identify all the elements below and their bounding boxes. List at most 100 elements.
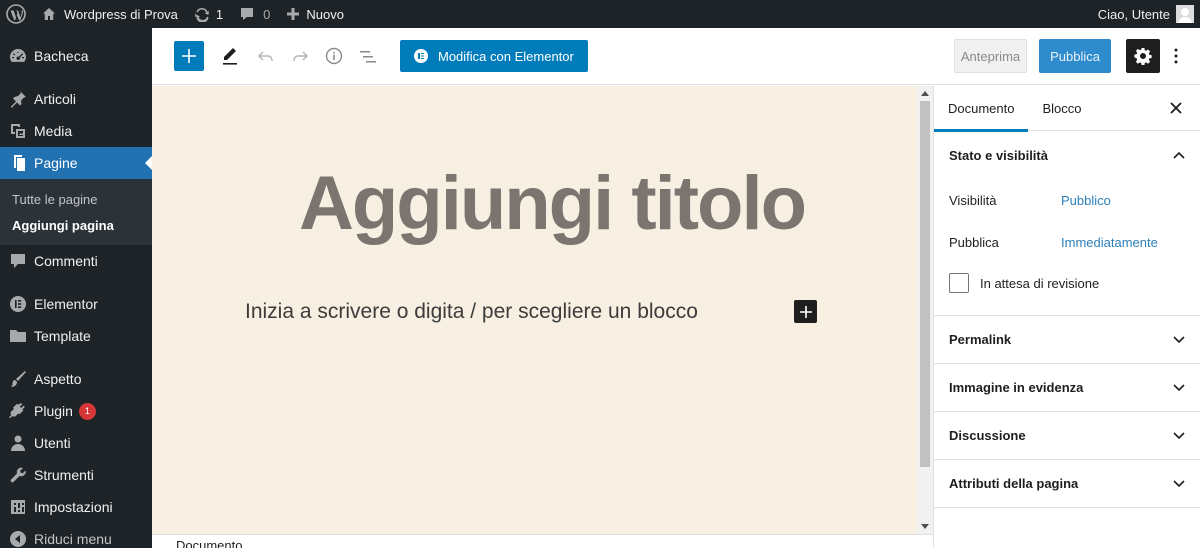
media-icon [11,124,25,138]
section-discussion[interactable]: Discussione [934,412,1200,460]
publish-label: Pubblica [949,234,999,250]
sidebar-item-commenti[interactable]: Commenti [0,245,152,277]
undo-icon [257,51,273,61]
section-featured-image[interactable]: Immagine in evidenza [934,364,1200,412]
greeting: Ciao, Utente [1097,6,1170,22]
pencil-icon [223,48,237,65]
gear-icon [1134,48,1152,65]
plus-icon [182,49,196,63]
section-page-attributes[interactable]: Attributi della pagina [934,460,1200,508]
comments-link[interactable]: 0 [231,0,278,28]
preview-button[interactable]: Anteprima [953,39,1028,73]
info-icon [325,47,343,65]
elementor-logo-icon [414,49,428,63]
pages-icon [14,155,25,171]
settings-sidebar: Documento Blocco Stato e visibilità Visi… [933,86,1200,548]
publish-date-toggle[interactable]: Immediatamente [1061,235,1158,250]
scroll-thumb[interactable] [920,101,930,467]
redo-icon [293,51,309,61]
outline-button[interactable] [356,44,380,68]
scroll-down-arrow-icon[interactable] [921,524,929,529]
plus-icon [799,305,812,318]
admin-bar: Wordpress di Prova 1 0 Nuovo Ciao, Utent… [0,0,1200,28]
wordpress-logo-button[interactable] [0,0,34,28]
redo-button[interactable] [288,44,312,68]
close-icon [1170,102,1182,114]
sidebar-item-articoli[interactable]: Articoli [0,83,152,115]
settings-icon [11,500,25,514]
visibility-label: Visibilità [949,192,997,208]
sidebar-item-pagine[interactable]: Pagine [0,147,152,179]
sidebar-item-impostazioni[interactable]: Impostazioni [0,491,152,523]
visibility-toggle[interactable]: Pubblico [1061,193,1111,208]
sidebar-item-strumenti[interactable]: Strumenti [0,459,152,491]
scroll-up-arrow-icon[interactable] [921,91,929,96]
visibility-row: Visibilità Pubblico [949,179,1185,221]
add-block-button[interactable] [174,41,204,71]
tab-documento[interactable]: Documento [934,86,1029,132]
pages-submenu: Tutte le pagine Aggiungi pagina [0,179,152,245]
plus-icon [287,8,300,20]
tab-blocco[interactable]: Blocco [1028,86,1095,131]
post-title-input[interactable]: Aggiungi titolo [152,160,952,247]
site-name: Wordpress di Prova [64,6,178,22]
chevron-down-icon [1173,335,1185,343]
sidebar-item-bacheca[interactable]: Bacheca [0,40,152,72]
home-icon [43,8,55,20]
updates-count: 1 [215,6,224,22]
sidebar-item-aspetto[interactable]: Aspetto [0,363,152,395]
admin-sidebar: Bacheca Articoli Media Pagine Tutte le p… [0,28,152,548]
collapse-icon [10,531,26,547]
sidebar-item-media[interactable]: Media [0,115,152,147]
elementor-icon [10,296,26,312]
updates-link[interactable]: 1 [186,0,231,28]
chevron-up-icon [1173,151,1185,159]
list-view-icon [360,51,376,63]
avatar [1176,5,1194,23]
more-options-button[interactable] [1166,44,1186,68]
breadcrumb[interactable]: Documento [176,538,242,548]
section-status-visibility[interactable]: Stato e visibilità [934,131,1200,179]
editor-canvas[interactable]: Aggiungi titolo Inizia a scrivere o digi… [152,86,917,534]
plugin-icon [9,403,25,419]
sidebar-item-plugin[interactable]: Plugin 1 [0,395,152,427]
dashboard-icon [10,49,26,62]
block-placeholder[interactable]: Inizia a scrivere o digita / per sceglie… [245,300,698,324]
sidebar-item-template[interactable]: Template [0,320,152,352]
user-icon [11,435,25,451]
plugin-updates-badge: 1 [78,402,96,420]
pending-review-checkbox[interactable] [949,273,969,293]
chevron-down-icon [1173,383,1185,391]
account-menu[interactable]: Ciao, Utente [1098,0,1200,28]
undo-button[interactable] [254,44,278,68]
comment-bubble-icon [241,8,254,20]
pending-review-checkbox-row[interactable]: In attesa di revisione [949,263,1185,303]
canvas-scrollbar[interactable] [917,86,933,534]
edit-with-elementor-button[interactable]: Modifica con Elementor [400,40,588,72]
sidebar-item-elementor[interactable]: Elementor [0,288,152,320]
site-name-link[interactable]: Wordpress di Prova [34,0,186,28]
close-settings-button[interactable] [1166,98,1186,118]
sidebar-item-riduci-menu[interactable]: Riduci menu [0,523,152,548]
tools-button[interactable] [218,44,242,68]
comment-icon [11,254,25,268]
chevron-down-icon [1173,479,1185,487]
section-permalink[interactable]: Permalink [934,316,1200,364]
wordpress-logo-icon [6,4,26,24]
submenu-all-pages[interactable]: Tutte le pagine [0,186,152,212]
folder-icon [10,330,26,342]
sidebar-item-utenti[interactable]: Utenti [0,427,152,459]
editor-toolbar: Modifica con Elementor Anteprima Pubblic… [152,28,1200,85]
settings-button[interactable] [1126,39,1160,73]
submenu-add-page[interactable]: Aggiungi pagina [0,212,152,238]
inline-add-block-button[interactable] [794,300,817,323]
new-content-link[interactable]: Nuovo [278,0,352,28]
new-label: Nuovo [306,6,344,22]
details-button[interactable] [322,44,346,68]
more-vertical-icon [1174,48,1178,64]
publish-button[interactable]: Pubblica [1039,39,1111,73]
chevron-down-icon [1173,431,1185,439]
pending-review-label: In attesa di revisione [980,275,1100,291]
publish-date-row: Pubblica Immediatamente [949,221,1185,263]
wrench-icon [10,467,26,483]
